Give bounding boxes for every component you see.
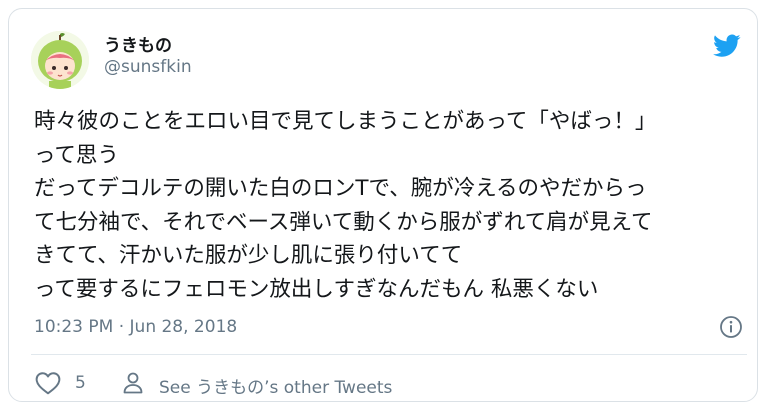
twitter-bird-icon[interactable] xyxy=(713,34,741,58)
tweet-card: うきもの @sunsfkin 時々彼のことをエロい目で見てしまうことがあって「や… xyxy=(8,8,758,402)
tweet-line: て七分袖で、それでベース弾いて動くから服がずれて肩が見えて xyxy=(34,209,653,235)
person-icon[interactable] xyxy=(121,371,145,395)
heart-icon[interactable] xyxy=(35,371,61,395)
see-other-tweets-link[interactable]: See うきもの’s other Tweets xyxy=(159,373,392,398)
tweet-body: 時々彼のことをエロい目で見てしまうことがあって「やばっ！」 って思う だってデコ… xyxy=(34,105,746,306)
info-icon[interactable] xyxy=(719,315,743,339)
tweet-line: 時々彼のことをエロい目で見てしまうことがあって「やばっ！」 xyxy=(34,109,657,134)
tweet-timestamp[interactable]: 10:23 PM · Jun 28, 2018 xyxy=(34,317,237,337)
tweet-line: だってデコルテの開いた白のロンTで、腕が冷えるのやだからっ xyxy=(34,176,647,201)
tweet-line: って要するにフェロモン放出しすぎなんだもん 私悪くない xyxy=(34,276,599,302)
like-count[interactable]: 5 xyxy=(75,373,86,393)
divider xyxy=(31,354,747,355)
tweet-line: きてて、汗かいた服が少し肌に張り付いてて xyxy=(34,243,463,268)
author-handle[interactable]: @sunsfkin xyxy=(104,57,192,77)
tweet-line: って思う xyxy=(34,142,119,168)
avatar[interactable] xyxy=(31,31,89,89)
author-display-name[interactable]: うきもの xyxy=(104,31,172,56)
avatar-girl-pear-hood-icon xyxy=(31,31,89,89)
